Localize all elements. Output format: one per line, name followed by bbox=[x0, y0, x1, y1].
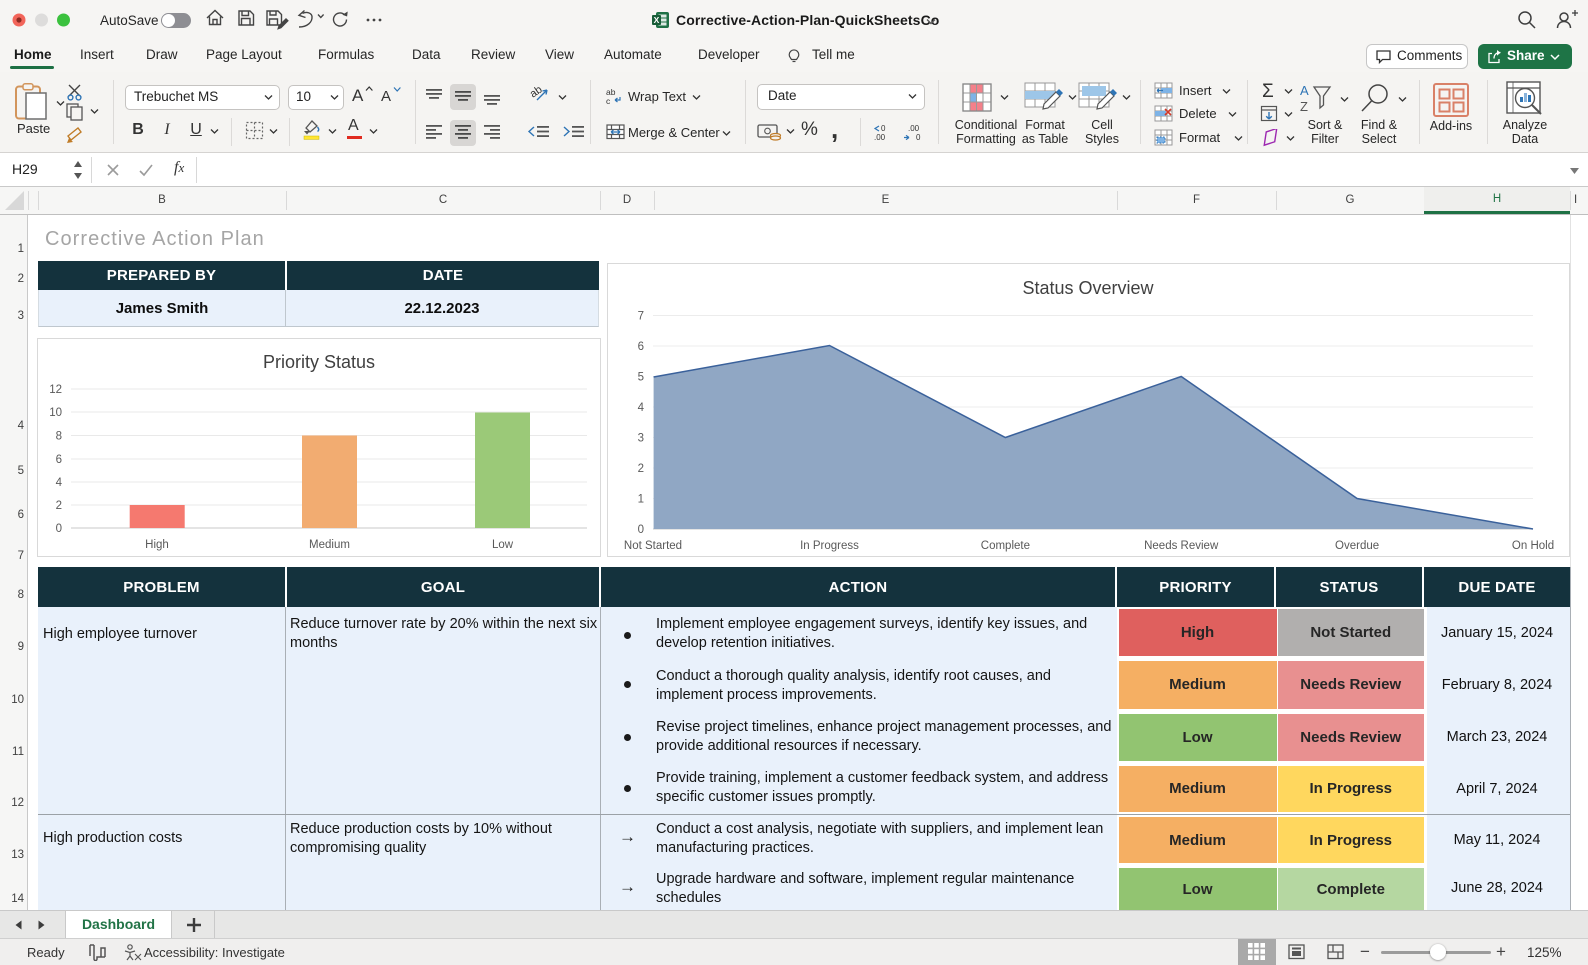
svg-text:2: 2 bbox=[56, 500, 62, 512]
svg-text:High: High bbox=[145, 539, 169, 551]
svg-text:0: 0 bbox=[881, 124, 886, 133]
svg-text:10: 10 bbox=[49, 407, 62, 419]
svg-text:7: 7 bbox=[638, 311, 644, 323]
svg-text:0: 0 bbox=[56, 523, 62, 535]
svg-text:.00: .00 bbox=[874, 133, 886, 142]
svg-text:Overdue: Overdue bbox=[1335, 540, 1379, 552]
svg-text:0: 0 bbox=[916, 133, 921, 142]
svg-text:Status Overview: Status Overview bbox=[1022, 278, 1154, 298]
svg-text:In Progress: In Progress bbox=[800, 540, 859, 552]
svg-text:4: 4 bbox=[56, 477, 63, 489]
svg-text:Not Started: Not Started bbox=[624, 540, 682, 552]
svg-text:Priority Status: Priority Status bbox=[263, 352, 375, 372]
svg-text:12: 12 bbox=[49, 384, 62, 396]
svg-text:X: X bbox=[654, 15, 660, 25]
svg-text:6: 6 bbox=[638, 341, 644, 353]
svg-text:Medium: Medium bbox=[309, 539, 350, 551]
svg-text:8: 8 bbox=[56, 431, 62, 443]
svg-text:5: 5 bbox=[638, 372, 644, 384]
svg-text:.00: .00 bbox=[908, 124, 920, 133]
svg-text:0: 0 bbox=[638, 524, 644, 536]
svg-text:1: 1 bbox=[638, 494, 644, 506]
svg-text:Needs Review: Needs Review bbox=[1144, 540, 1219, 552]
svg-text:Z: Z bbox=[1300, 99, 1308, 114]
svg-text:A: A bbox=[1300, 83, 1309, 98]
svg-text:c: c bbox=[606, 96, 611, 105]
svg-text:Complete: Complete bbox=[981, 540, 1030, 552]
svg-text:On Hold: On Hold bbox=[1512, 540, 1554, 552]
svg-text:6: 6 bbox=[56, 454, 62, 466]
svg-text:4: 4 bbox=[638, 402, 645, 414]
svg-text:3: 3 bbox=[638, 433, 644, 445]
svg-text:Low: Low bbox=[492, 539, 514, 551]
svg-text:2: 2 bbox=[638, 463, 644, 475]
